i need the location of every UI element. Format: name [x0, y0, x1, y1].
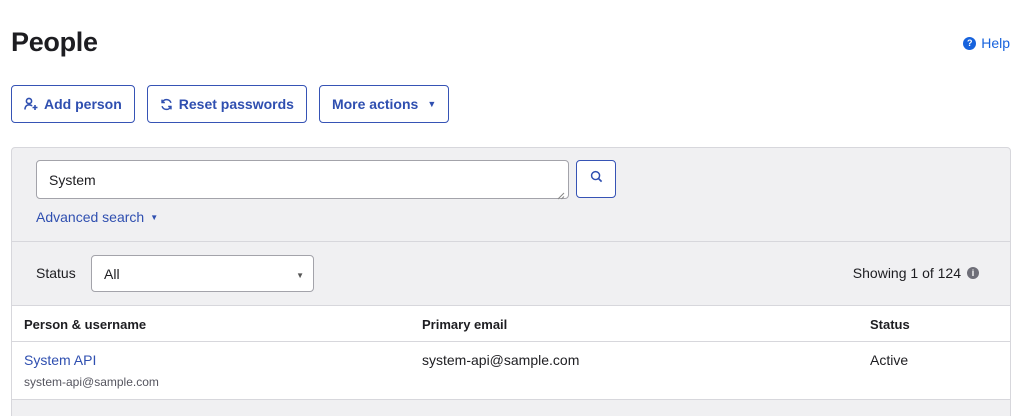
- reset-passwords-label: Reset passwords: [178, 96, 294, 112]
- help-label: Help: [981, 35, 1010, 51]
- result-count: Showing 1 of 124 i: [853, 265, 979, 281]
- more-actions-label: More actions: [331, 96, 419, 112]
- status-filter-label: Status: [36, 265, 76, 281]
- toolbar: Add person Reset passwords More actions …: [11, 85, 450, 123]
- add-person-label: Add person: [44, 96, 122, 112]
- person-username: system-api@sample.com: [24, 375, 159, 389]
- add-person-button[interactable]: Add person: [11, 85, 135, 123]
- caret-down-icon: ▼: [427, 99, 437, 109]
- info-icon[interactable]: i: [967, 267, 979, 279]
- help-link[interactable]: ? Help: [963, 35, 1010, 51]
- resize-grip-icon[interactable]: [557, 187, 565, 200]
- refresh-icon: [160, 98, 173, 111]
- caret-down-icon: ▼: [150, 212, 159, 222]
- search-panel: System Advanced search ▼ Status All ▼ Sh…: [11, 147, 1011, 416]
- person-name-link[interactable]: System API: [24, 352, 96, 368]
- column-header-person[interactable]: Person & username: [24, 317, 146, 332]
- more-actions-button[interactable]: More actions ▼: [318, 85, 450, 123]
- person-email: system-api@sample.com: [422, 352, 580, 368]
- advanced-search-toggle[interactable]: Advanced search ▼: [36, 209, 158, 225]
- result-count-text: Showing 1 of 124: [852, 265, 961, 281]
- page-title: People: [11, 27, 98, 57]
- search-icon: [590, 170, 603, 188]
- add-person-icon: [24, 97, 38, 111]
- column-header-email[interactable]: Primary email: [422, 317, 507, 332]
- help-circle-icon: ?: [963, 36, 977, 50]
- search-input[interactable]: System: [36, 160, 569, 200]
- reset-passwords-button[interactable]: Reset passwords: [146, 85, 307, 123]
- person-status: Active: [870, 352, 909, 368]
- advanced-search-label: Advanced search: [36, 209, 145, 225]
- column-header-status[interactable]: Status: [870, 317, 910, 332]
- search-input-value: System: [49, 171, 96, 188]
- caret-down-icon: ▼: [296, 271, 304, 280]
- table-row: System API system-api@sample.com system-…: [12, 342, 1010, 400]
- search-button[interactable]: [576, 160, 616, 198]
- status-filter-select[interactable]: All ▼: [91, 255, 314, 292]
- people-table: Person & username Primary email Status S…: [12, 305, 1010, 400]
- table-header: Person & username Primary email Status: [12, 305, 1010, 342]
- divider: [12, 241, 1010, 242]
- status-filter-value: All: [104, 265, 120, 282]
